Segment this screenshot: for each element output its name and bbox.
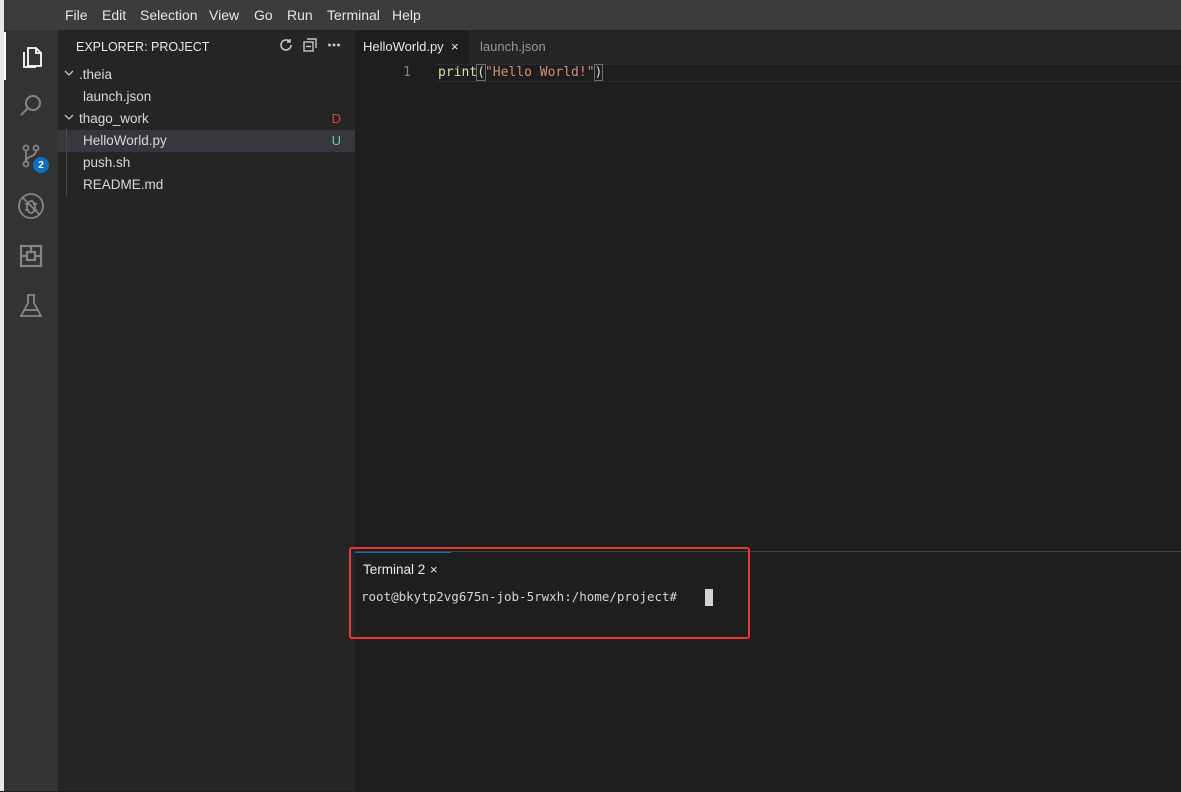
git-status-deleted: D <box>331 111 341 126</box>
chevron-down-icon <box>64 114 74 120</box>
refresh-icon[interactable] <box>279 38 293 52</box>
code-function: print <box>438 65 478 80</box>
editor-tab-bar: HelloWorld.py × launch.json <box>355 30 1181 64</box>
close-icon[interactable]: × <box>451 39 459 54</box>
chevron-down-icon <box>64 70 74 76</box>
menu-terminal[interactable]: Terminal <box>327 7 380 23</box>
menu-edit[interactable]: Edit <box>102 7 126 23</box>
tree-file-push-sh[interactable]: push.sh <box>58 152 355 174</box>
source-control-badge: 2 <box>33 157 49 173</box>
menu-go[interactable]: Go <box>254 7 273 23</box>
source-control-icon[interactable]: 2 <box>4 132 58 180</box>
tree-label: .theia <box>79 67 113 82</box>
tree-file-launch-json[interactable]: launch.json <box>58 86 355 108</box>
menu-help[interactable]: Help <box>392 7 421 23</box>
code-paren-close: ) <box>593 64 604 81</box>
code-string: "Hello World!" <box>484 65 595 80</box>
explorer-icon[interactable] <box>4 32 58 80</box>
tree-indent-guide <box>66 128 67 196</box>
code-editor[interactable]: 1 print("Hello World!") <box>355 64 1181 551</box>
more-icon[interactable] <box>327 38 341 52</box>
tree-label: push.sh <box>83 155 131 170</box>
extensions-icon[interactable] <box>4 232 58 280</box>
activity-bar: 2 <box>4 30 58 791</box>
search-icon[interactable] <box>4 82 58 130</box>
tab-helloworld-py[interactable]: HelloWorld.py × <box>355 30 469 64</box>
line-number: 1 <box>403 65 411 80</box>
tree-folder-theia[interactable]: .theia <box>58 64 355 86</box>
menu-selection[interactable]: Selection <box>140 7 198 23</box>
tab-launch-json[interactable]: launch.json <box>469 30 561 64</box>
tree-folder-thago-work[interactable]: thago_work D <box>58 108 355 130</box>
code-paren-open: ( <box>476 64 486 81</box>
tab-label: HelloWorld.py <box>363 39 444 54</box>
collapse-all-icon[interactable] <box>303 38 317 52</box>
tree-file-helloworld-py[interactable]: HelloWorld.py U <box>58 130 355 152</box>
explorer-sidebar: EXPLORER: PROJECT .theia launch.json tha… <box>58 30 355 791</box>
menu-file[interactable]: File <box>65 7 88 23</box>
red-highlight-box <box>349 547 750 639</box>
tree-label: thago_work <box>79 111 149 126</box>
tree-label: launch.json <box>83 89 152 104</box>
menu-run[interactable]: Run <box>287 7 313 23</box>
explorer-title: EXPLORER: PROJECT <box>76 40 210 54</box>
tree-file-readme-md[interactable]: README.md <box>58 174 355 196</box>
tree-label: HelloWorld.py <box>83 133 167 148</box>
tree-label: README.md <box>83 177 164 192</box>
git-status-untracked: U <box>331 133 341 148</box>
menu-view[interactable]: View <box>209 7 239 23</box>
code-line[interactable]: print("Hello World!") <box>438 64 604 81</box>
tab-label: launch.json <box>480 39 546 54</box>
menu-bar: File Edit Selection View Go Run Terminal… <box>4 0 1181 30</box>
test-flask-icon[interactable] <box>4 282 58 330</box>
debug-icon[interactable] <box>4 182 58 230</box>
